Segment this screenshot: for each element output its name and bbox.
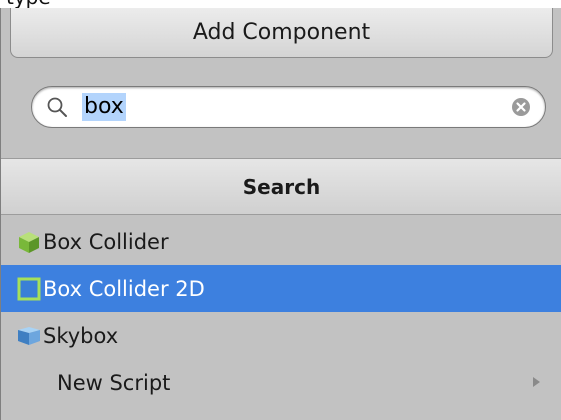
search-input[interactable]: box — [82, 93, 126, 121]
box-collider-2d-icon — [17, 277, 41, 300]
top-strip: type — [0, 0, 561, 8]
clear-search-icon[interactable] — [511, 97, 531, 117]
list-item-label: Skybox — [43, 323, 119, 348]
list-item-box-collider[interactable]: Box Collider — [1, 218, 561, 265]
panel-header: Add Component — [10, 8, 553, 58]
list-item-label: Box Collider 2D — [43, 276, 205, 301]
submenu-arrow-icon — [533, 377, 540, 387]
search-section-label: Search — [242, 174, 321, 199]
skybox-icon — [18, 326, 40, 345]
add-component-panel: Add Component box Search Box Collider Bo… — [0, 8, 561, 420]
caption-fragment: type — [6, 0, 51, 7]
search-section-header: Search — [1, 158, 561, 215]
list-item-skybox[interactable]: Skybox — [1, 312, 561, 359]
list-item-label: New Script — [57, 370, 171, 395]
list-item-new-script[interactable]: New Script — [1, 359, 561, 406]
list-item-label: Box Collider — [43, 229, 169, 254]
component-list: Box Collider Box Collider 2D Skybox New … — [1, 218, 561, 406]
panel-title: Add Component — [192, 20, 371, 45]
search-icon — [47, 97, 67, 117]
list-item-box-collider-2d[interactable]: Box Collider 2D — [1, 265, 561, 312]
box-collider-icon — [19, 231, 39, 253]
search-field[interactable]: box — [31, 86, 546, 128]
